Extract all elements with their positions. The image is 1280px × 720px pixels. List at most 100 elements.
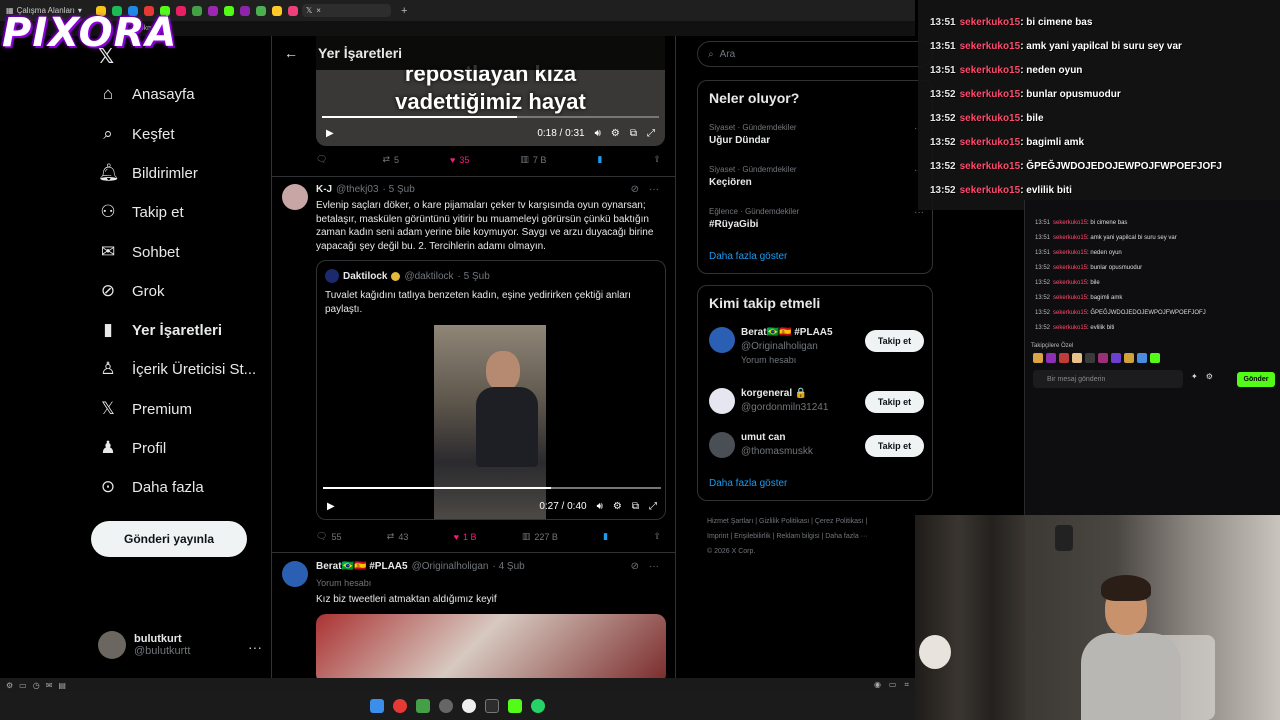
tweet[interactable]: K-J @thekj03 · 5 Şub ⊘ ··· Evlenip saçla… — [282, 184, 667, 554]
settings-icon[interactable]: ⚙ — [6, 681, 13, 690]
fullscreen-icon[interactable]: ⤢ — [647, 128, 655, 139]
emote-icon[interactable] — [1111, 353, 1121, 363]
volume-icon[interactable]: 🔊︎ — [595, 128, 601, 139]
nav-item-premium[interactable]: 𝕏 Premium — [98, 399, 192, 419]
bookmark-button[interactable]: ▮ — [603, 531, 608, 542]
emote-icon[interactable] — [1085, 353, 1095, 363]
repost-button[interactable]: ⇄ 5 — [382, 154, 399, 165]
author-name[interactable]: K-J — [316, 184, 332, 195]
views-button[interactable]: ▥ 227 B — [522, 531, 558, 542]
send-button[interactable]: Gönder — [1237, 372, 1275, 387]
show-more-link[interactable]: Daha fazla göster — [709, 251, 787, 262]
trend-item[interactable]: Siyaset · Gündemdekiler Keçiören ··· — [709, 165, 924, 188]
settings-icon[interactable]: ⚙ — [613, 501, 622, 512]
follow-button[interactable]: Takip et — [865, 330, 924, 352]
author-handle[interactable]: @thekj03 — [336, 184, 378, 195]
quoted-tweet[interactable]: Daktilock @daktilock · 5 Şub Tuvalet kağ… — [316, 260, 666, 520]
settings-icon[interactable]: ⚙ — [611, 128, 620, 139]
show-more-link[interactable]: Daha fazla göster — [709, 478, 787, 489]
nav-item-grok[interactable]: ⊘ Grok — [98, 281, 165, 301]
avatar[interactable] — [282, 561, 308, 587]
account-switcher[interactable]: bulutkurt @bulutkurtt ··· — [98, 631, 268, 659]
footer-links[interactable]: Hizmet Şartları | Gizlilik Politikası | … — [707, 514, 922, 559]
play-icon[interactable]: ▶ — [327, 501, 335, 512]
share-button[interactable]: ⇪ — [653, 154, 661, 165]
emote-icon[interactable] — [1150, 353, 1160, 363]
author-name[interactable]: Berat🇧🇷🇪🇸 #PLAA5 — [316, 561, 408, 572]
nav-item-follow[interactable]: ⚇ Takip et — [98, 202, 183, 222]
back-arrow-icon[interactable]: ← — [284, 45, 298, 61]
nav-item-more[interactable]: ⊙ Daha fazla — [98, 477, 204, 497]
gift-icon[interactable]: ✦ — [1191, 372, 1198, 381]
nav-item-explore[interactable]: ⌕ Keşfet — [98, 124, 174, 144]
app-icon[interactable] — [462, 699, 476, 713]
mail-icon[interactable]: ✉ — [46, 681, 53, 690]
chat-message-input[interactable]: Bir mesaj gönderin — [1033, 370, 1183, 388]
nav-item-home[interactable]: ⌂ Anasayfa — [98, 84, 195, 104]
trend-item[interactable]: Eğlence · Gündemdekiler #RüyaGibi ··· — [709, 207, 924, 230]
trend-item[interactable]: Siyaset · Gündemdekiler Uğur Dündar ··· — [709, 123, 924, 146]
chat-user[interactable]: sekerkuko15 — [1053, 220, 1087, 226]
tweet[interactable]: Berat🇧🇷🇪🇸 #PLAA5 @Originalholigan · 4 Şu… — [282, 561, 667, 678]
code-icon[interactable]: ⌗ — [904, 680, 909, 690]
nav-item-bookmarks[interactable]: ▮ Yer İşaretleri — [98, 320, 222, 340]
search-input[interactable]: ⌕ Ara — [697, 41, 933, 67]
follow-button[interactable]: Takip et — [865, 435, 924, 457]
panel-icon[interactable]: ▤ — [58, 681, 66, 690]
emote-icon[interactable] — [1124, 353, 1134, 363]
play-icon[interactable]: ▶ — [326, 128, 334, 139]
emote-icon[interactable] — [1072, 353, 1082, 363]
chat-user[interactable]: sekerkuko15 — [1053, 295, 1087, 301]
reply-button[interactable]: 🗨︎ 55 — [316, 531, 341, 542]
nav-item-profile[interactable]: ♟ Profil — [98, 438, 166, 458]
emote-icon[interactable] — [1098, 353, 1108, 363]
pip-icon[interactable]: ⧉ — [632, 501, 639, 512]
more-icon[interactable]: ··· — [649, 184, 659, 195]
reply-button[interactable]: 🗨︎ — [316, 154, 331, 165]
footer-line[interactable]: Imprint | Erişilebilirlik | Reklam bilgi… — [707, 529, 922, 544]
new-tab-button[interactable]: + — [401, 5, 407, 17]
more-icon[interactable]: ··· — [649, 561, 659, 572]
volume-icon[interactable]: 🔊︎ — [597, 501, 603, 512]
tweet-image[interactable] — [316, 614, 666, 678]
tweet-time[interactable]: · 5 Şub — [383, 184, 415, 195]
chat-user[interactable]: sekerkuko15 — [1053, 265, 1087, 271]
tweet-time[interactable]: · 4 Şub — [492, 561, 524, 572]
app-icon[interactable] — [508, 699, 522, 713]
more-icon[interactable]: ··· — [248, 639, 262, 655]
views-button[interactable]: ▥ 7 B — [520, 154, 546, 165]
author-handle[interactable]: @Originalholigan — [412, 561, 489, 572]
share-button[interactable]: ⇪ — [653, 531, 661, 542]
active-tab[interactable]: 𝕏 × — [301, 4, 391, 17]
avatar[interactable] — [282, 184, 308, 210]
tab-favicon[interactable] — [239, 5, 250, 16]
nav-item-creator-studio[interactable]: ♙ İçerik Üreticisi St... — [98, 359, 256, 379]
tab-favicon[interactable] — [223, 5, 234, 16]
tab-favicon[interactable] — [207, 5, 218, 16]
chat-user[interactable]: sekerkuko15 — [1053, 280, 1087, 286]
tab-favicon[interactable] — [255, 5, 266, 16]
app-icon[interactable] — [439, 699, 453, 713]
like-button[interactable]: ♥ 35 — [450, 154, 469, 165]
footer-line[interactable]: Hizmet Şartları | Gizlilik Politikası | … — [707, 514, 922, 529]
app-icon[interactable] — [393, 699, 407, 713]
video-progress-bar[interactable] — [323, 487, 661, 489]
chat-user[interactable]: sekerkuko15 — [1053, 250, 1087, 256]
emote-icon[interactable] — [1059, 353, 1069, 363]
nav-item-chat[interactable]: ✉ Sohbet — [98, 242, 180, 262]
pip-icon[interactable]: ⧉ — [630, 128, 637, 139]
video-progress-bar[interactable] — [322, 116, 659, 118]
fullscreen-icon[interactable]: ⤢ — [649, 501, 657, 512]
app-icon[interactable] — [485, 699, 499, 713]
nav-item-notifications[interactable]: 🔔︎ Bildirimler — [98, 163, 198, 183]
post-button[interactable]: Gönderi yayınla — [91, 521, 247, 557]
history-icon[interactable]: ◷ — [33, 681, 40, 690]
follow-suggestion[interactable]: umut can @thomasmuskk Takip et — [709, 432, 924, 476]
start-icon[interactable] — [370, 699, 384, 713]
follow-suggestion[interactable]: korgeneral 🔒 @gordonmiln31241 Takip et — [709, 388, 924, 432]
chat-user[interactable]: sekerkuko15 — [1053, 325, 1087, 331]
chat-user[interactable]: sekerkuko15 — [1053, 235, 1087, 241]
tab-favicon[interactable] — [287, 5, 298, 16]
like-button[interactable]: ♥ 1 B — [454, 531, 477, 542]
emote-icon[interactable] — [1033, 353, 1043, 363]
